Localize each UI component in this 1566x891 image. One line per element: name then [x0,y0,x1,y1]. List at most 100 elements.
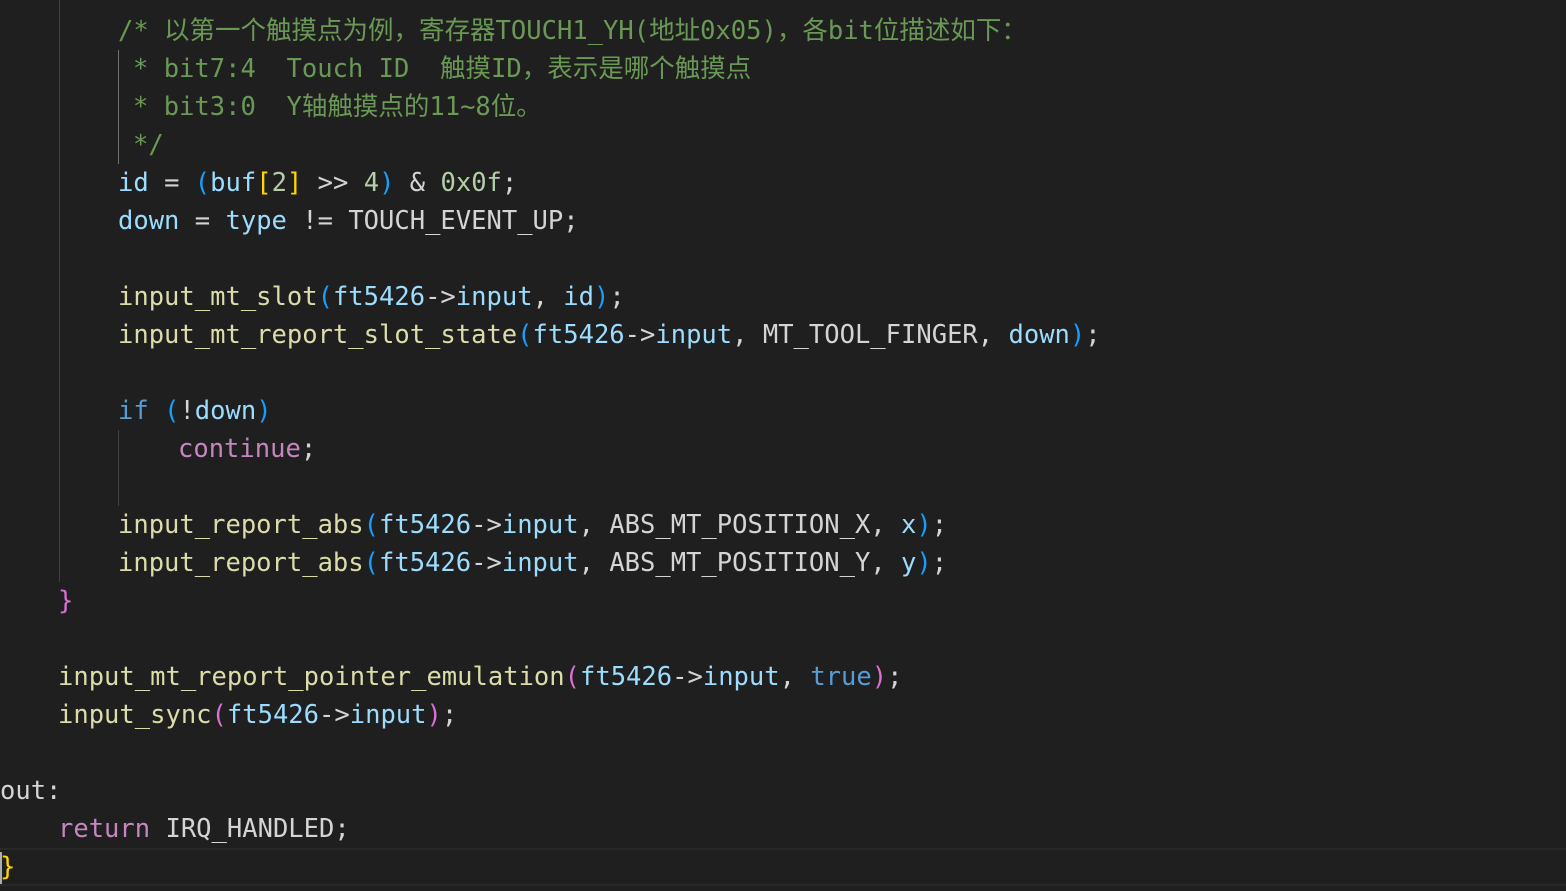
number-token: 2 [271,168,287,198]
code-line[interactable]: input_mt_report_slot_state(ft5426->input… [0,316,1566,354]
text-token: -> [624,320,656,350]
bracket-token: ( [211,700,227,730]
comment-token: * bit7:4 Touch ID 触摸ID，表示是哪个触摸点 [133,54,752,84]
identifier-token: input [501,548,579,578]
bracket-token: ) [916,510,932,540]
text-token: -> [425,282,456,312]
bracket-token: ) [594,282,610,312]
bracket-token: ) [1069,320,1086,350]
function-token: input_report_abs [118,510,364,540]
text-token: ; [1085,320,1101,350]
code-line[interactable]: down = type != TOUCH_EVENT_UP; [0,202,1566,240]
bracket-token: ) [256,396,272,426]
code-line[interactable]: if (!down) [0,392,1566,430]
identifier-token: ft5426 [379,548,472,578]
code-line[interactable] [0,240,1566,278]
identifier-token: y [901,548,917,578]
bracket-token: } [0,852,16,882]
text-token: = [179,206,226,236]
code-line[interactable]: return IRQ_HANDLED; [0,810,1566,848]
code-line[interactable] [0,620,1566,658]
text-token: , MT_TOOL_FINGER, [732,320,1009,350]
bracket-token: ( [317,282,333,312]
identifier-token: ft5426 [226,700,320,730]
text-token: , ABS_MT_POSITION_X, [578,510,902,540]
identifier-token: id [118,168,149,198]
identifier-token: type [225,206,287,236]
code-line[interactable]: * bit7:4 Touch ID 触摸ID，表示是哪个触摸点 [0,50,1566,88]
bracket-token: ( [164,396,180,426]
text-token: ; [300,434,317,464]
identifier-token: ft5426 [580,662,673,692]
function-token: input_mt_report_slot_state [118,320,518,350]
bracket-token: ( [517,320,533,350]
code-line[interactable]: } [0,582,1566,620]
identifier-token: down [194,396,257,426]
identifier-token: down [118,206,180,236]
code-line[interactable] [0,734,1566,772]
text-token: ; [441,700,458,730]
code-line[interactable]: /* 以第一个触摸点为例，寄存器TOUCH1_YH(地址0x05)，各bit位描… [0,12,1566,50]
function-token: input_report_abs [118,548,364,578]
text-token: & [394,168,441,198]
code-line[interactable]: * bit3:0 Y轴触摸点的11~8位。 [0,88,1566,126]
number-token: 0x0f [440,168,502,198]
comment-token: * bit3:0 Y轴触摸点的11~8位。 [133,92,542,122]
bracket-token: ( [564,662,580,692]
number-token: 4 [363,168,380,198]
bracket-token: ( [363,548,379,578]
text-token: = [148,168,195,198]
code-line[interactable]: out: [0,772,1566,810]
text-token: != TOUCH_EVENT_UP; [286,206,579,236]
code-line[interactable]: id = (buf[2] >> 4) & 0x0f; [0,164,1566,202]
identifier-token: input [655,320,733,350]
code-line[interactable]: input_report_abs(ft5426->input, ABS_MT_P… [0,544,1566,582]
text-token: ; [931,510,948,540]
text-token: >> [302,168,364,198]
bracket-token: [ [256,168,272,198]
code-line[interactable] [0,354,1566,392]
function-token: input_mt_slot [118,282,318,312]
text-token: ! [179,396,195,426]
code-line[interactable]: continue; [0,430,1566,468]
code-line[interactable]: } [0,848,1566,886]
bracket-token: ) [379,168,395,198]
identifier-token: id [563,282,594,312]
identifier-token: input [455,282,533,312]
text-token: out: [0,776,62,806]
identifier-token: buf [210,168,257,198]
code-editor[interactable]: /* 以第一个触摸点为例，寄存器TOUCH1_YH(地址0x05)，各bit位描… [0,0,1566,891]
identifier-token: down [1008,320,1070,350]
text-token: -> [471,510,502,540]
text-token: -> [672,662,703,692]
identifier-token: input [349,700,427,730]
text-token: ; [887,662,903,692]
code-line[interactable]: input_mt_slot(ft5426->input, id); [0,278,1566,316]
code-line[interactable] [0,468,1566,506]
bracket-token: ) [871,662,888,692]
text-token: , [779,662,811,692]
text-token: ; [501,168,518,198]
text-token: -> [471,548,502,578]
code-line[interactable]: */ [0,126,1566,164]
bracket-token: ) [426,700,442,730]
identifier-token: input [501,510,579,540]
code-line[interactable]: input_mt_report_pointer_emulation(ft5426… [0,658,1566,696]
identifier-token: ft5426 [332,282,426,312]
code-line[interactable]: input_sync(ft5426->input); [0,696,1566,734]
bracket-token: ( [194,168,211,198]
control-keyword-token: continue [178,434,301,464]
text-cursor [0,852,2,884]
text-token: , ABS_MT_POSITION_Y, [578,548,902,578]
bracket-token: } [58,586,74,616]
comment-token: /* 以第一个触摸点为例，寄存器TOUCH1_YH(地址0x05)，各bit位描… [118,16,1027,46]
function-token: input_mt_report_pointer_emulation [58,662,565,692]
keyword-token: if [118,396,149,426]
keyword-token: true [810,662,872,692]
code-line[interactable]: input_report_abs(ft5426->input, ABS_MT_P… [0,506,1566,544]
control-keyword-token: return [58,814,151,844]
text-token: IRQ_HANDLED; [150,814,350,844]
text-token: , [532,282,564,312]
bracket-token: ( [363,510,379,540]
